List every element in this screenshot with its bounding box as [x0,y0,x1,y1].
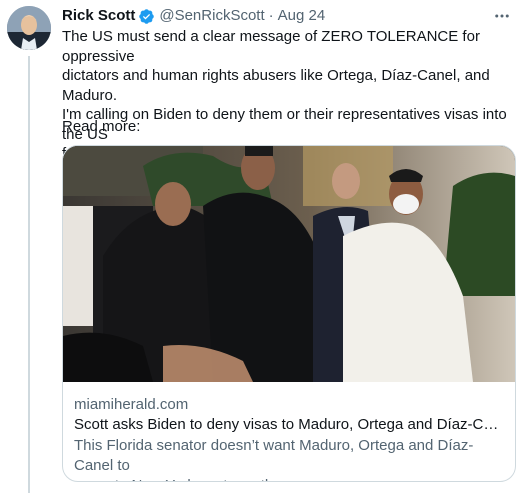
author-name[interactable]: Rick Scott [62,6,135,26]
card-meta: miamiherald.com Scott asks Biden to deny… [74,395,504,481]
more-dots-glyph [495,14,509,18]
read-more-text: Read more: [62,118,141,135]
card-image[interactable] [63,146,515,382]
card-domain[interactable]: miamiherald.com [74,395,504,415]
tweet-text: The US must send a clear message of ZERO… [62,28,507,162]
card-description: This Florida senator doesn’t want Maduro… [74,437,474,481]
more-horizontal-icon[interactable] [492,6,512,26]
link-card[interactable]: miamiherald.com Scott asks Biden to deny… [62,145,516,482]
verified-badge-icon [139,8,155,24]
separator-dot: · [268,7,274,24]
tweet[interactable]: Rick Scott @SenRickScott · Aug 24 The US… [0,0,528,493]
card-title[interactable]: Scott asks Biden to deny visas to Maduro… [74,415,504,435]
author-handle[interactable]: @SenRickScott [159,6,264,26]
tweet-header: Rick Scott @SenRickScott · Aug 24 [62,6,516,26]
avatar[interactable] [7,6,51,50]
avatar-photo [7,6,51,50]
thread-line [28,56,30,493]
tweet-date[interactable]: Aug 24 [278,6,326,26]
news-photo [63,146,515,382]
